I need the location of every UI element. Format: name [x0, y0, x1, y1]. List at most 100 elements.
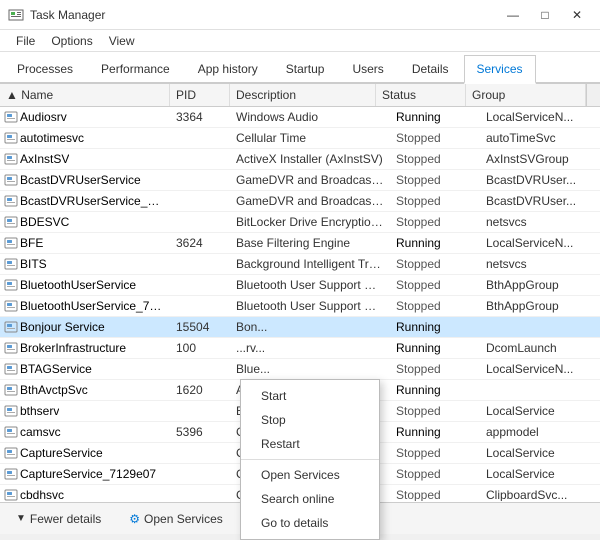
tab-startup[interactable]: Startup: [273, 55, 338, 82]
service-desc-cell: GameDVR and Broadcast User Service: [230, 170, 390, 190]
col-header-name[interactable]: ▲ Name: [0, 84, 170, 106]
col-header-pid[interactable]: PID: [170, 84, 230, 106]
table-row[interactable]: BFE 3624 Base Filtering Engine Running L…: [0, 233, 600, 254]
context-menu-item-restart[interactable]: Restart: [241, 432, 379, 456]
service-name-cell: cbdhsvc: [0, 485, 170, 501]
service-pid-cell: [170, 275, 230, 295]
tab-processes[interactable]: Processes: [4, 55, 86, 82]
table-row[interactable]: BluetoothUserService_7129... Bluetooth U…: [0, 296, 600, 317]
minimize-button[interactable]: —: [498, 5, 528, 25]
tab-services[interactable]: Services: [464, 55, 536, 84]
service-desc-cell: ...rv...: [230, 338, 390, 358]
service-desc-cell: Base Filtering Engine: [230, 233, 390, 253]
table-row[interactable]: AxInstSV ActiveX Installer (AxInstSV) St…: [0, 149, 600, 170]
service-status-cell: Running: [390, 107, 480, 127]
main-content: ▲ Name PID Description Status Group Audi…: [0, 84, 600, 502]
table-row[interactable]: Audiosrv 3364 Windows Audio Running Loca…: [0, 107, 600, 128]
service-icon: [4, 341, 18, 355]
service-status-cell: Stopped: [390, 128, 480, 148]
context-menu-item-open-services[interactable]: Open Services: [241, 463, 379, 487]
context-menu-item-search-online[interactable]: Search online: [241, 487, 379, 511]
service-group-cell: [480, 317, 600, 337]
service-group-cell: autoTimeSvc: [480, 128, 600, 148]
service-pid-cell: [170, 296, 230, 316]
table-row[interactable]: BluetoothUserService Bluetooth User Supp…: [0, 275, 600, 296]
service-group-cell: [480, 380, 600, 400]
context-menu-item-go-to-details[interactable]: Go to details: [241, 511, 379, 535]
table-row[interactable]: Bonjour Service 15504 Bon... Running: [0, 317, 600, 338]
service-status-cell: Stopped: [390, 149, 480, 169]
service-pid-cell: [170, 401, 230, 421]
service-group-cell: BcastDVRUser...: [480, 191, 600, 211]
service-pid-cell: 1620: [170, 380, 230, 400]
window-title: Task Manager: [30, 8, 105, 22]
service-icon: [4, 131, 18, 145]
context-menu-separator: [241, 459, 379, 460]
service-status-cell: Stopped: [390, 254, 480, 274]
service-icon: [4, 110, 18, 124]
service-icon: [4, 152, 18, 166]
fewer-details-button[interactable]: ▼ Fewer details: [8, 509, 109, 529]
table-row[interactable]: BcastDVRUserService_7129e... GameDVR and…: [0, 191, 600, 212]
col-header-description[interactable]: Description: [230, 84, 376, 106]
table-header: ▲ Name PID Description Status Group: [0, 84, 600, 107]
tab-details[interactable]: Details: [399, 55, 462, 82]
title-bar: Task Manager — □ ✕: [0, 0, 600, 30]
table-row[interactable]: BITS Background Intelligent Transfer Ser…: [0, 254, 600, 275]
app-icon: [8, 7, 24, 23]
service-group-cell: LocalServiceN...: [480, 233, 600, 253]
service-pid-cell: 100: [170, 338, 230, 358]
service-pid-cell: [170, 128, 230, 148]
service-pid-cell: [170, 191, 230, 211]
service-name-cell: CaptureService: [0, 443, 170, 463]
open-services-button[interactable]: ⚙ Open Services: [121, 509, 230, 529]
table-row[interactable]: BTAGService Blue... Stopped LocalService…: [0, 359, 600, 380]
chevron-down-icon: ▼: [16, 513, 26, 524]
context-menu-item-start[interactable]: Start: [241, 384, 379, 408]
maximize-button[interactable]: □: [530, 5, 560, 25]
menu-bar: File Options View: [0, 30, 600, 52]
open-services-label: Open Services: [144, 512, 223, 526]
tab-performance[interactable]: Performance: [88, 55, 183, 82]
service-name-cell: BITS: [0, 254, 170, 274]
service-pid-cell: 15504: [170, 317, 230, 337]
title-bar-left: Task Manager: [8, 7, 105, 23]
service-group-cell: AxInstSVGroup: [480, 149, 600, 169]
context-menu-item-stop[interactable]: Stop: [241, 408, 379, 432]
service-pid-cell: [170, 212, 230, 232]
service-pid-cell: [170, 254, 230, 274]
service-status-cell: Stopped: [390, 191, 480, 211]
service-icon: [4, 488, 18, 501]
service-name-cell: BDESVC: [0, 212, 170, 232]
service-name-cell: Audiosrv: [0, 107, 170, 127]
table-row[interactable]: BrokerInfrastructure 100 ...rv... Runnin…: [0, 338, 600, 359]
service-status-cell: Running: [390, 317, 480, 337]
menu-view[interactable]: View: [101, 32, 143, 50]
service-name-cell: AxInstSV: [0, 149, 170, 169]
service-group-cell: LocalService: [480, 443, 600, 463]
tab-users[interactable]: Users: [339, 55, 396, 82]
service-status-cell: Stopped: [390, 485, 480, 501]
service-name-cell: BcastDVRUserService: [0, 170, 170, 190]
sort-arrow: ▲: [6, 88, 21, 102]
service-icon: [4, 383, 18, 397]
service-desc-cell: Blue...: [230, 359, 390, 379]
table-row[interactable]: BcastDVRUserService GameDVR and Broadcas…: [0, 170, 600, 191]
table-row[interactable]: BDESVC BitLocker Drive Encryption Servic…: [0, 212, 600, 233]
col-header-status[interactable]: Status: [376, 84, 466, 106]
menu-file[interactable]: File: [8, 32, 43, 50]
service-icon: [4, 404, 18, 418]
col-header-group[interactable]: Group: [466, 84, 586, 106]
service-desc-cell: Cellular Time: [230, 128, 390, 148]
scrollbar-top: [586, 84, 600, 106]
service-desc-cell: Bon...: [230, 317, 390, 337]
service-status-cell: Stopped: [390, 359, 480, 379]
service-desc-cell: Bluetooth User Support Service_7129...: [230, 296, 390, 316]
tab-app-history[interactable]: App history: [185, 55, 271, 82]
service-status-cell: Stopped: [390, 401, 480, 421]
close-button[interactable]: ✕: [562, 5, 592, 25]
menu-options[interactable]: Options: [43, 32, 100, 50]
service-status-cell: Running: [390, 233, 480, 253]
service-status-cell: Running: [390, 422, 480, 442]
table-row[interactable]: autotimesvc Cellular Time Stopped autoTi…: [0, 128, 600, 149]
